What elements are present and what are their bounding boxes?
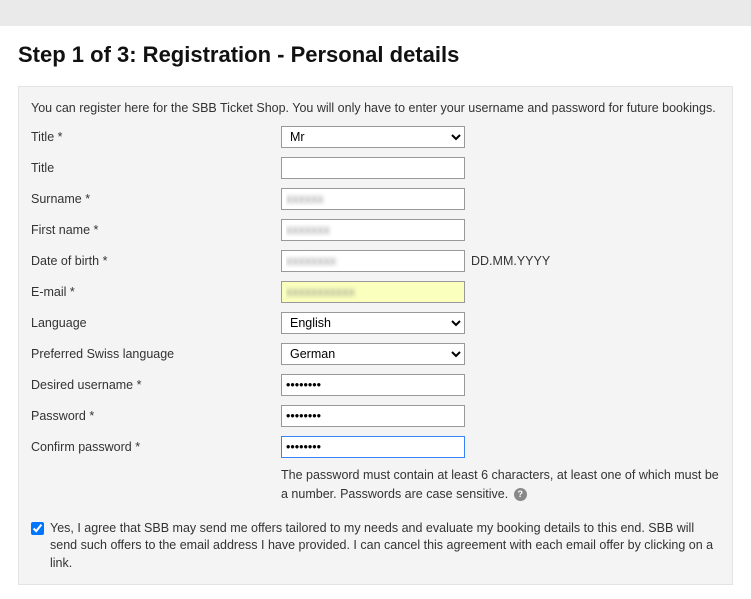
label-username: Desired username * [31, 378, 281, 392]
password-help-row: The password must contain at least 6 cha… [31, 466, 720, 504]
label-pref-swiss: Preferred Swiss language [31, 347, 281, 361]
label-language: Language [31, 316, 281, 330]
page-content: Step 1 of 3: Registration - Personal det… [0, 26, 751, 599]
row-title-required: Title * Mr [31, 125, 720, 149]
username-input[interactable] [281, 374, 465, 396]
label-surname: Surname * [31, 192, 281, 206]
row-title-optional: Title [31, 156, 720, 180]
row-first-name: First name * [31, 218, 720, 242]
row-email: E-mail * [31, 280, 720, 304]
row-language: Language English [31, 311, 720, 335]
email-input[interactable] [281, 281, 465, 303]
password-help-text: The password must contain at least 6 cha… [281, 466, 720, 504]
form-panel: You can register here for the SBB Ticket… [18, 86, 733, 585]
row-password: Password * [31, 404, 720, 428]
row-dob: Date of birth * DD.MM.YYYY [31, 249, 720, 273]
label-password: Password * [31, 409, 281, 423]
label-email: E-mail * [31, 285, 281, 299]
row-pref-swiss: Preferred Swiss language German [31, 342, 720, 366]
first-name-input[interactable] [281, 219, 465, 241]
consent-checkbox[interactable] [31, 522, 44, 535]
title-input[interactable] [281, 157, 465, 179]
top-bar [0, 0, 751, 26]
row-confirm-password: Confirm password * [31, 435, 720, 459]
dob-input[interactable] [281, 250, 465, 272]
label-dob: Date of birth * [31, 254, 281, 268]
label-first-name: First name * [31, 223, 281, 237]
page-title: Step 1 of 3: Registration - Personal det… [18, 42, 733, 68]
row-username: Desired username * [31, 373, 720, 397]
language-select[interactable]: English [281, 312, 465, 334]
intro-text: You can register here for the SBB Ticket… [31, 101, 720, 115]
label-title-required: Title * [31, 130, 281, 144]
info-icon[interactable]: ? [514, 488, 527, 501]
title-select[interactable]: Mr [281, 126, 465, 148]
surname-input[interactable] [281, 188, 465, 210]
row-surname: Surname * [31, 187, 720, 211]
confirm-password-input[interactable] [281, 436, 465, 458]
password-input[interactable] [281, 405, 465, 427]
label-confirm-password: Confirm password * [31, 440, 281, 454]
consent-text: Yes, I agree that SBB may send me offers… [50, 520, 720, 573]
pref-swiss-select[interactable]: German [281, 343, 465, 365]
dob-format-hint: DD.MM.YYYY [471, 254, 550, 268]
consent-row: Yes, I agree that SBB may send me offers… [31, 520, 720, 573]
label-title-optional: Title [31, 161, 281, 175]
